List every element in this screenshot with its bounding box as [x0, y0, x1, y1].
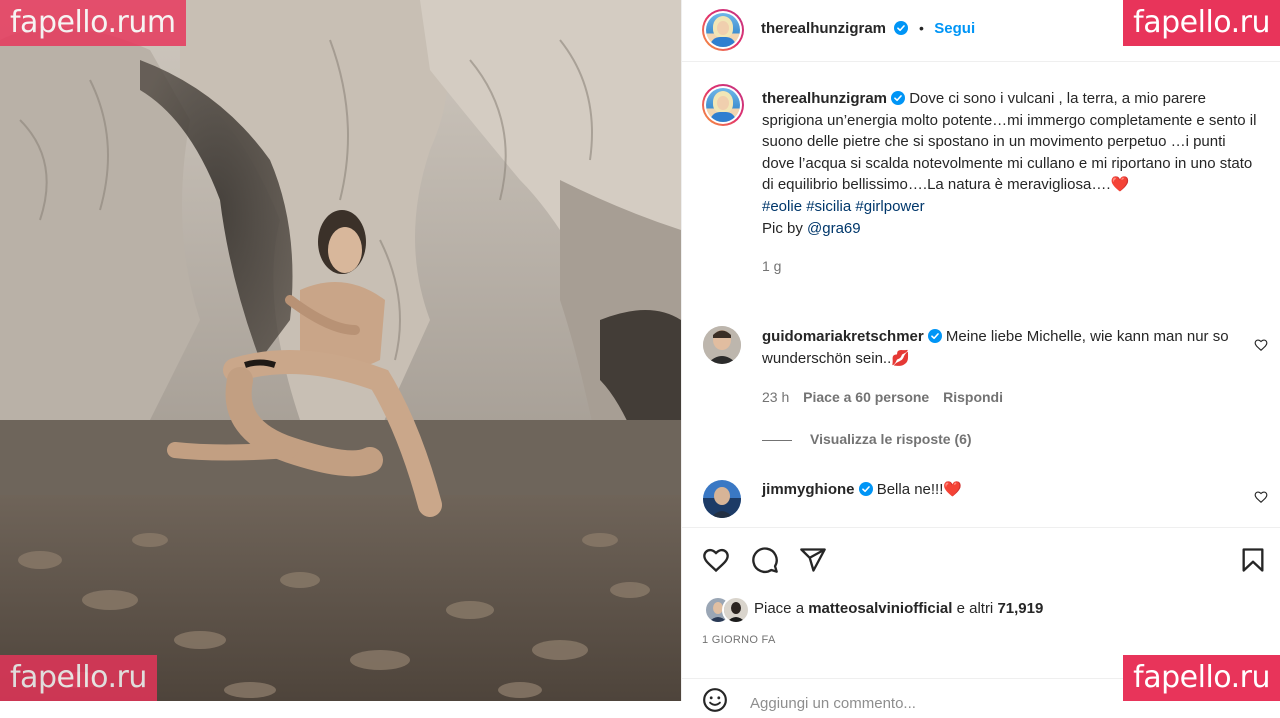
watermark-bottom-right: fapello.ru [1123, 655, 1280, 701]
commenter-avatar[interactable] [703, 480, 741, 518]
separator-dot: • [918, 20, 924, 36]
share-icon[interactable] [799, 546, 827, 574]
heart-icon[interactable] [1254, 338, 1268, 352]
liked-by-avatar[interactable] [722, 596, 750, 624]
comment-time: 23 h [762, 389, 790, 405]
photo-credit-user[interactable]: @gra69 [807, 220, 861, 237]
watermark-top-right: fapello.ru [1123, 0, 1280, 46]
likes-suffix: e altri [952, 600, 998, 617]
comment-icon[interactable] [751, 546, 779, 574]
verified-icon [927, 329, 942, 343]
red-heart-emoji: ❤️ [943, 481, 963, 498]
like-heart-icon[interactable] [702, 546, 730, 574]
post-image[interactable] [0, 0, 681, 701]
hashtag-girlpower[interactable]: #girlpower [855, 198, 924, 215]
likes-user[interactable]: matteosalviniofficial [808, 600, 952, 617]
likes-summary: Piace a matteosalviniofficial e altri 71… [754, 600, 1043, 617]
replies-line [762, 439, 792, 441]
kiss-emoji: 💋 [891, 350, 910, 367]
view-replies[interactable]: Visualizza le risposte (6) [762, 428, 1232, 450]
hashtag-eolie[interactable]: #eolie [762, 198, 802, 215]
post-side-panel: therealhunzigram • Segui therealhunzigra… [681, 0, 1280, 717]
comment: jimmyghione Bella ne!!!❤️ [762, 479, 962, 501]
comments-scroll-area[interactable]: therealhunzigram Dove ci sono i vulcani … [682, 62, 1280, 528]
emoji-icon[interactable] [702, 687, 728, 713]
likes-count[interactable]: 71,919 [997, 600, 1043, 617]
comment-username[interactable]: jimmyghione [762, 481, 855, 498]
caption-age: 1 g [762, 258, 782, 275]
heart-icon[interactable] [1254, 490, 1268, 504]
post-time-ago: 1 GIORNO FA [702, 634, 776, 646]
save-bookmark-icon[interactable] [1239, 546, 1267, 574]
follow-button[interactable]: Segui [934, 20, 975, 37]
author-avatar[interactable] [702, 9, 744, 51]
verified-icon [858, 482, 873, 496]
hashtag-sicilia[interactable]: #sicilia [806, 198, 851, 215]
author-username[interactable]: therealhunzigram [761, 20, 886, 37]
view-replies-label[interactable]: Visualizza le risposte (6) [810, 431, 972, 447]
comment-username[interactable]: guidomariakretschmer [762, 328, 924, 345]
commenter-avatar[interactable] [703, 326, 741, 364]
add-comment-input[interactable] [748, 689, 1172, 717]
red-heart-emoji: ❤️ [1110, 176, 1130, 194]
verified-icon [894, 21, 909, 35]
caption-author-avatar[interactable] [702, 84, 744, 126]
post-caption: therealhunzigram Dove ci sono i vulcani … [762, 88, 1257, 278]
comment-text: Bella ne!!! [876, 481, 944, 498]
likes-prefix: Piace a [754, 600, 809, 617]
verified-icon [891, 91, 906, 105]
caption-username[interactable]: therealhunzigram [762, 90, 887, 107]
watermark-bottom-left: fapello.ru [0, 655, 157, 701]
photo-rocks-and-water [0, 0, 681, 701]
comment-likes[interactable]: Piace a 60 persone [803, 389, 929, 405]
watermark-top-left: fapello.rum [0, 0, 186, 46]
reply-button[interactable]: Rispondi [943, 389, 1003, 405]
comment: guidomariakretschmer Meine liebe Michell… [762, 326, 1232, 450]
photo-credit-label: Pic by [762, 219, 808, 237]
